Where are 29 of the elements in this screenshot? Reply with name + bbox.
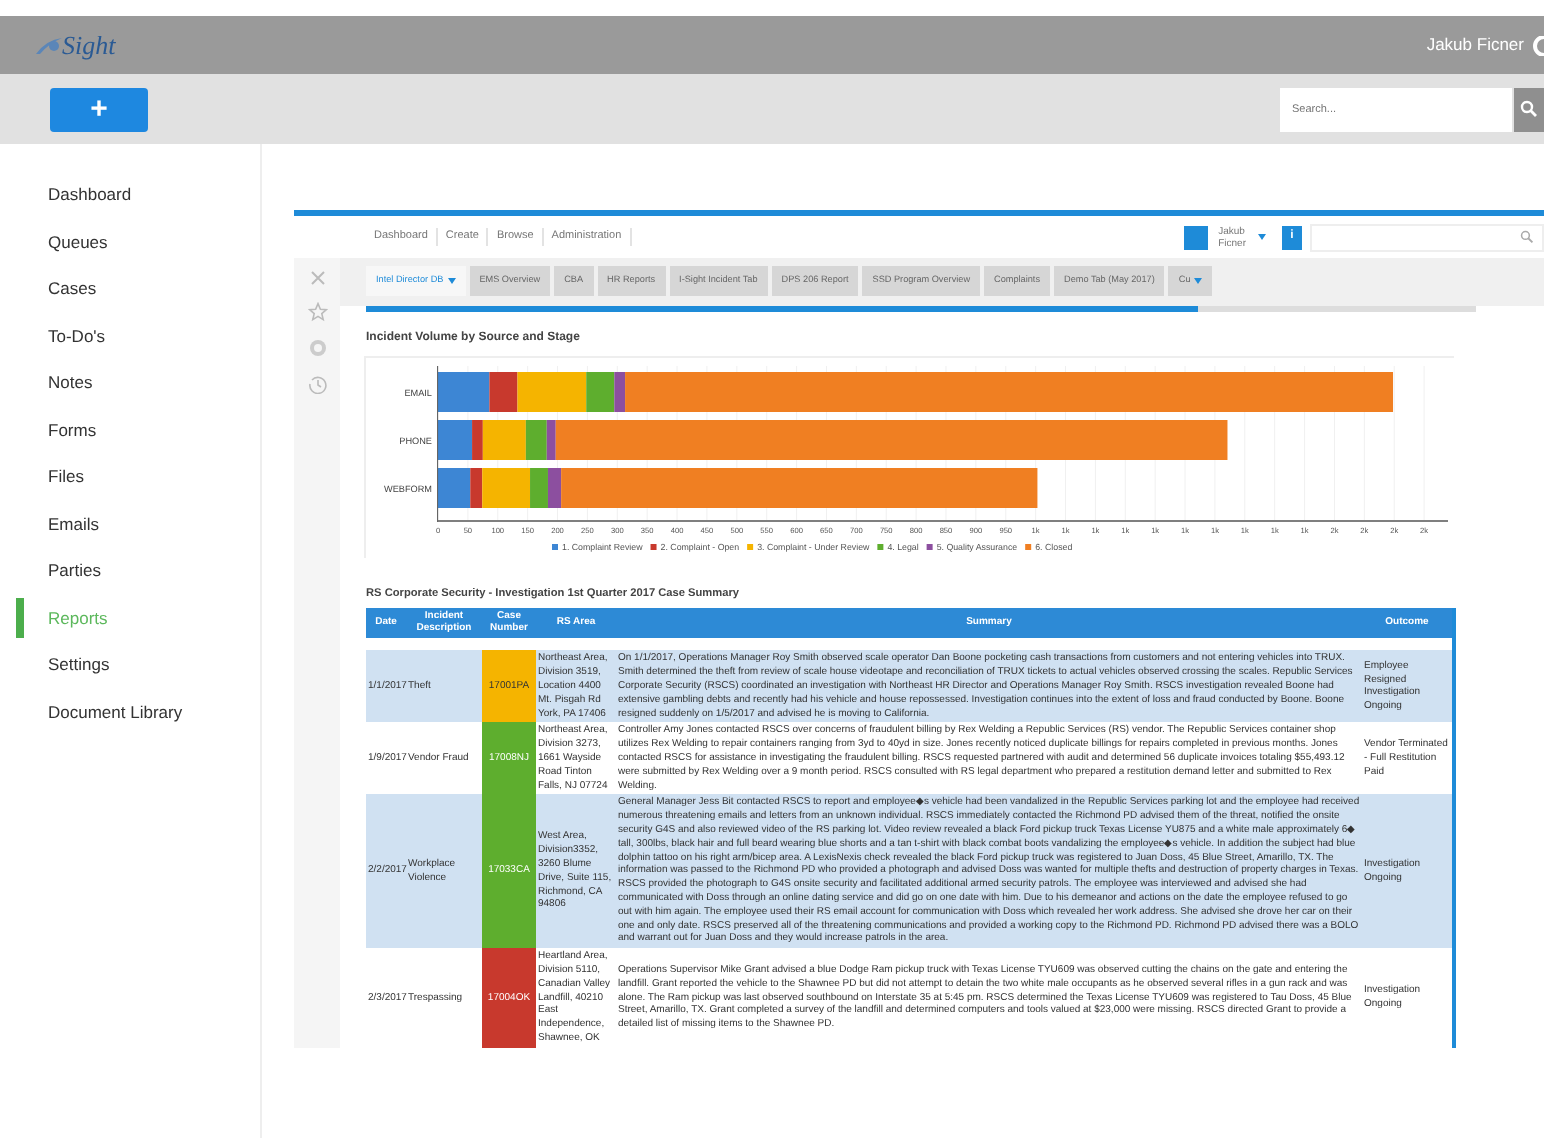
- sidebar-item[interactable]: Settings: [0, 652, 260, 699]
- circle-icon[interactable]: [307, 338, 327, 358]
- sidebar-item[interactable]: Document Library: [0, 699, 260, 746]
- add-button[interactable]: +: [50, 87, 148, 131]
- caret-icon[interactable]: [1258, 234, 1266, 240]
- sidebar-item[interactable]: Files: [0, 464, 260, 511]
- sidebar-item[interactable]: To-Do's: [0, 323, 260, 370]
- search-icon[interactable]: [1520, 230, 1534, 244]
- sidebar-item[interactable]: Dashboard: [0, 182, 260, 229]
- tab-scrollbar[interactable]: [366, 306, 1476, 312]
- user-name[interactable]: Jakub Ficner: [1426, 32, 1524, 58]
- logo-text: Sight: [62, 27, 116, 64]
- history-icon[interactable]: [307, 374, 327, 394]
- search-field[interactable]: [1310, 223, 1544, 251]
- user-avatar[interactable]: [1184, 225, 1209, 249]
- search-icon[interactable]: [1520, 100, 1538, 118]
- sidebar-item[interactable]: Cases: [0, 276, 260, 323]
- sidebar-item[interactable]: Queues: [0, 229, 260, 276]
- logo-icon: [36, 35, 62, 55]
- sidebar-item[interactable]: Forms: [0, 417, 260, 464]
- caret-icon[interactable]: [1194, 278, 1203, 284]
- star-icon[interactable]: [307, 302, 327, 322]
- search-button[interactable]: [1514, 87, 1544, 131]
- settings-icon[interactable]: [1532, 35, 1544, 55]
- close-icon[interactable]: [309, 270, 325, 286]
- sidebar-item[interactable]: Parties: [0, 558, 260, 605]
- sidebar-item[interactable]: Emails: [0, 511, 260, 558]
- caret-icon[interactable]: [447, 278, 456, 284]
- sidebar-item[interactable]: Notes: [0, 370, 260, 417]
